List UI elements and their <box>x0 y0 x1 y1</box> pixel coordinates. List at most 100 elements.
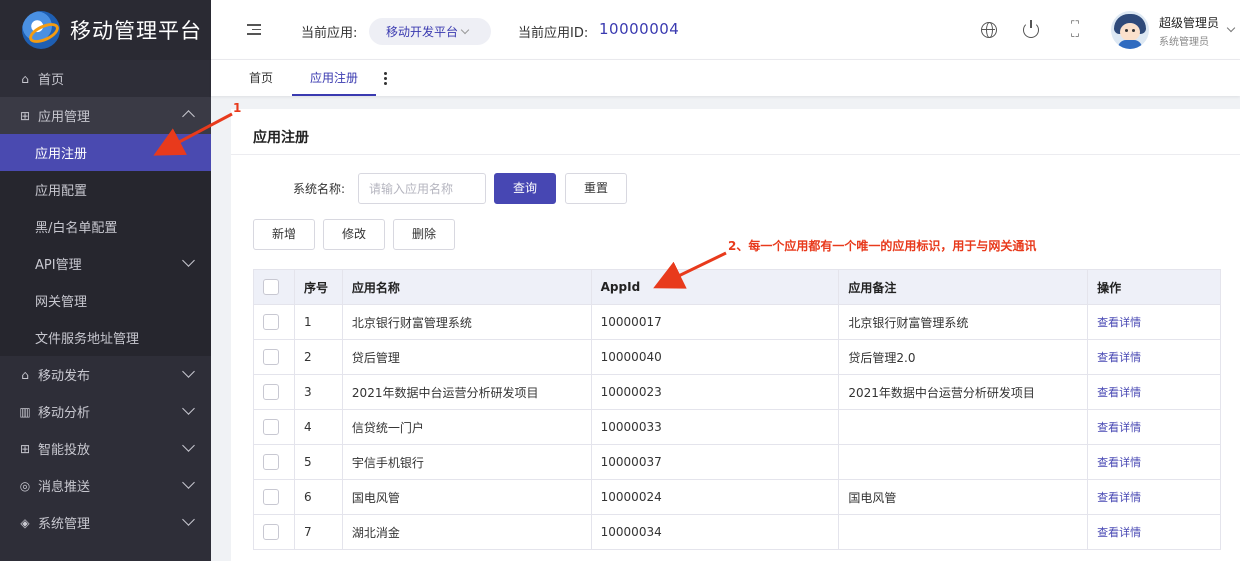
sidebar-item-label: 应用配置 <box>35 184 88 199</box>
column-header: 序号 <box>293 269 343 305</box>
sidebar-item-label: 消息推送 <box>38 480 91 495</box>
row-appid: 10000017 <box>590 304 840 340</box>
more-icon[interactable] <box>384 72 387 87</box>
logo-icon <box>22 11 60 49</box>
row-remark: 贷后管理2.0 <box>838 339 1089 375</box>
row-name: 2021年数据中台运营分析研发项目 <box>341 374 592 410</box>
view-details-link[interactable]: 查看详情 <box>1097 456 1141 469</box>
table-row: 1 北京银行财富管理系统 10000017 北京银行财富管理系统 查看详情 <box>253 304 1221 340</box>
row-checkbox[interactable] <box>263 454 279 470</box>
sidebar-item-label: 黑/白名单配置 <box>35 221 118 236</box>
sidebar-item-label: 移动分析 <box>38 406 91 421</box>
power-icon[interactable] <box>1023 20 1039 38</box>
menu-collapse-icon[interactable] <box>247 24 261 35</box>
sidebar-item-api-management[interactable]: API管理 <box>0 245 211 282</box>
sidebar-item-app-register[interactable]: 应用注册 <box>0 134 211 171</box>
sidebar-item-app-management[interactable]: ⊞ 应用管理 <box>0 97 211 134</box>
chevron-down-icon <box>460 25 470 35</box>
layers-icon: ◈ <box>20 515 30 530</box>
row-remark: 北京银行财富管理系统 <box>838 304 1089 340</box>
sidebar-item-smart-delivery[interactable]: ⊞ 智能投放 <box>0 430 211 467</box>
row-remark: 2021年数据中台运营分析研发项目 <box>838 374 1089 410</box>
current-app-id-label: 当前应用ID: <box>518 26 589 41</box>
add-button[interactable]: 新增 <box>253 219 315 250</box>
chevron-up-icon <box>182 110 195 123</box>
table-row: 4 信贷统一门户 10000033 查看详情 <box>253 409 1221 445</box>
row-checkbox[interactable] <box>263 314 279 330</box>
user-role: 系统管理员 <box>1159 37 1209 48</box>
tabs-bar: 首页 应用注册 <box>211 60 1240 96</box>
row-checkbox[interactable] <box>263 524 279 540</box>
row-checkbox[interactable] <box>263 349 279 365</box>
row-no: 3 <box>293 374 343 410</box>
brand-title: 移动管理平台 <box>70 19 202 43</box>
annotation-2: 2、每一个应用都有一个唯一的应用标识，用于与网关通讯 <box>728 239 1037 253</box>
row-appid: 10000024 <box>590 479 840 515</box>
edit-button[interactable]: 修改 <box>323 219 385 250</box>
sidebar-item-label: 首页 <box>38 73 65 88</box>
sidebar-item-analytics[interactable]: ▥ 移动分析 <box>0 393 211 430</box>
table-row: 7 湖北消金 10000034 查看详情 <box>253 514 1221 550</box>
current-app-select[interactable]: 移动开发平台 <box>369 18 491 45</box>
page-title: 应用注册 <box>253 130 309 146</box>
reset-button[interactable]: 重置 <box>565 173 627 204</box>
select-all-cell <box>253 269 295 305</box>
globe-icon[interactable] <box>981 22 997 38</box>
row-appid: 10000023 <box>590 374 840 410</box>
search-input[interactable] <box>358 173 486 204</box>
sidebar-item-app-config[interactable]: 应用配置 <box>0 171 211 208</box>
view-details-link[interactable]: 查看详情 <box>1097 316 1141 329</box>
view-details-link[interactable]: 查看详情 <box>1097 386 1141 399</box>
current-app-label: 当前应用: <box>301 26 358 41</box>
query-button[interactable]: 查询 <box>494 173 556 204</box>
sidebar-item-label: 应用注册 <box>35 147 88 162</box>
sidebar-item-push[interactable]: ◎ 消息推送 <box>0 467 211 504</box>
sidebar-item-blacklist[interactable]: 黑/白名单配置 <box>0 208 211 245</box>
user-name[interactable]: 超级管理员 <box>1159 14 1219 31</box>
view-details-link[interactable]: 查看详情 <box>1097 491 1141 504</box>
sidebar-item-home[interactable]: ⌂ 首页 <box>0 60 211 97</box>
row-no: 1 <box>293 304 343 340</box>
row-name: 国电风管 <box>341 479 592 515</box>
row-no: 5 <box>293 444 343 480</box>
avatar[interactable] <box>1111 11 1149 49</box>
view-details-link[interactable]: 查看详情 <box>1097 421 1141 434</box>
sidebar-item-gateway[interactable]: 网关管理 <box>0 282 211 319</box>
column-header: AppId <box>590 269 840 305</box>
row-checkbox[interactable] <box>263 489 279 505</box>
grid-icon: ⊞ <box>19 441 31 456</box>
publish-icon: ⌂ <box>21 367 29 382</box>
current-app-value: 移动开发平台 <box>386 25 459 39</box>
tab-app-register[interactable]: 应用注册 <box>292 60 376 96</box>
row-appid: 10000037 <box>590 444 840 480</box>
table-row: 6 国电风管 10000024 国电风管 查看详情 <box>253 479 1221 515</box>
sidebar-item-system[interactable]: ◈ 系统管理 <box>0 504 211 541</box>
view-details-link[interactable]: 查看详情 <box>1097 351 1141 364</box>
row-remark <box>838 514 1089 550</box>
row-appid: 10000040 <box>590 339 840 375</box>
table-row: 5 宇信手机银行 10000037 查看详情 <box>253 444 1221 480</box>
row-name: 贷后管理 <box>341 339 592 375</box>
row-checkbox[interactable] <box>263 384 279 400</box>
chevron-down-icon <box>182 439 195 452</box>
sidebar-item-file-service[interactable]: 文件服务地址管理 <box>0 319 211 356</box>
chevron-down-icon <box>182 513 195 526</box>
chart-icon: ▥ <box>19 404 31 419</box>
sidebar-item-publish[interactable]: ⌂ 移动发布 <box>0 356 211 393</box>
fullscreen-icon[interactable]: ⌜⌝ ⌞⌟ <box>1067 21 1083 39</box>
tab-home[interactable]: 首页 <box>249 60 273 96</box>
column-header: 应用名称 <box>341 269 592 305</box>
delete-button[interactable]: 删除 <box>393 219 455 250</box>
select-all-checkbox[interactable] <box>263 279 279 295</box>
main-content: 应用注册 系统名称: 查询 重置 新增 修改 删除 序号 应用名称 AppId … <box>231 109 1240 561</box>
view-details-link[interactable]: 查看详情 <box>1097 526 1141 539</box>
sidebar-item-label: 系统管理 <box>38 517 91 532</box>
sidebar-item-label: API管理 <box>35 258 82 273</box>
row-name: 湖北消金 <box>341 514 592 550</box>
row-no: 6 <box>293 479 343 515</box>
row-checkbox[interactable] <box>263 419 279 435</box>
row-remark: 国电风管 <box>838 479 1089 515</box>
row-appid: 10000034 <box>590 514 840 550</box>
chevron-down-icon[interactable] <box>1226 23 1236 33</box>
row-no: 2 <box>293 339 343 375</box>
